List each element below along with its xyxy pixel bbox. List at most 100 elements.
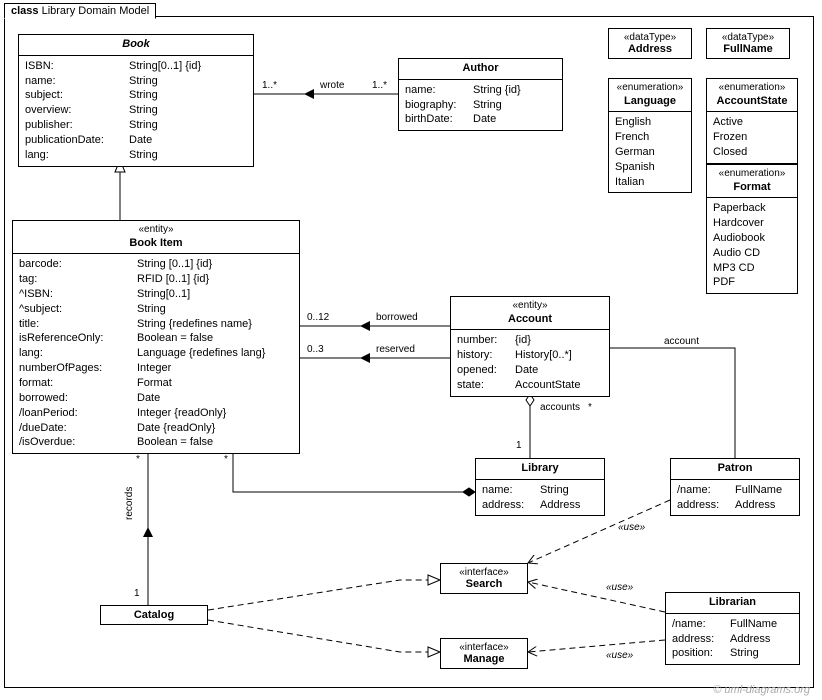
attr-type: Date: [137, 391, 160, 406]
attribute-row: subject:String: [25, 88, 247, 103]
class-search-name: Search: [466, 578, 503, 590]
attribute-row: title: String {redefines name}: [19, 317, 293, 332]
attribute-row: isReferenceOnly: Boolean = false: [19, 331, 293, 346]
mult-catalog-one: 1: [134, 588, 140, 599]
attribute-row: publisher:String: [25, 118, 247, 133]
attr-name: ISBN:: [25, 59, 123, 74]
role-account: account: [664, 336, 699, 347]
attribute-row: birthDate:Date: [405, 112, 556, 127]
enum-format-stereo: «enumeration»: [711, 168, 793, 181]
mult-wrote-left: 1..*: [262, 80, 277, 91]
enum-accountstate-name: AccountState: [717, 95, 788, 107]
enum-literal: Hardcover: [713, 216, 791, 231]
class-bookitem: «entity» Book Item barcode:String [0..1]…: [12, 220, 300, 454]
frame-title: Library Domain Model: [42, 5, 150, 17]
attribute-row: biography:String: [405, 98, 556, 113]
attribute-row: format:Format: [19, 376, 293, 391]
class-library-attrs: name:Stringaddress:Address: [476, 480, 604, 516]
attribute-row: tag: RFID [0..1] {id}: [19, 272, 293, 287]
attr-name: title:: [19, 317, 131, 332]
attr-type: String[0..1]: [137, 287, 190, 302]
attr-type: Date: [129, 133, 152, 148]
class-author-attrs: name:String {id}biography:StringbirthDat…: [399, 80, 562, 131]
role-accounts: accounts: [540, 402, 580, 413]
attribute-row: number:{id}: [457, 333, 603, 348]
class-manage-stereo: «interface»: [445, 642, 523, 653]
frame-tab: class Library Domain Model: [4, 3, 156, 19]
datatype-address-name: Address: [628, 43, 672, 55]
class-library-name: Library: [521, 462, 558, 474]
class-account-stereo: «entity»: [455, 300, 605, 313]
attr-name: /name:: [677, 483, 729, 498]
attr-name: tag:: [19, 272, 131, 287]
class-patron-attrs: /name: FullNameaddress:Address: [671, 480, 799, 516]
attribute-row: state:AccountState: [457, 378, 603, 393]
class-bookitem-name: Book Item: [129, 237, 182, 249]
class-patron: Patron /name: FullNameaddress:Address: [670, 458, 800, 516]
attr-type: String: [137, 302, 166, 317]
enum-literal: Closed: [713, 145, 791, 160]
class-librarian: Librarian /name:FullNameaddress:Addressp…: [665, 592, 800, 665]
enum-literal: Active: [713, 115, 791, 130]
attr-name: overview:: [25, 103, 123, 118]
attr-name: lang:: [25, 148, 123, 163]
class-manage-name: Manage: [464, 653, 505, 665]
class-librarian-attrs: /name:FullNameaddress:Addressposition:St…: [666, 614, 799, 665]
enum-literal: Italian: [615, 175, 685, 190]
attr-type: Integer {readOnly}: [137, 406, 226, 421]
attr-type: String: [473, 98, 502, 113]
class-patron-name: Patron: [718, 462, 753, 474]
enum-literal: MP3 CD: [713, 261, 791, 276]
attribute-row: ^subject:String: [19, 302, 293, 317]
attr-type: Date {readOnly}: [137, 421, 215, 436]
attr-type: Date: [515, 363, 538, 378]
datatype-fullname-name: FullName: [723, 43, 773, 55]
attr-type: String {redefines name}: [137, 317, 252, 332]
class-search: «interface» Search: [440, 563, 528, 594]
datatype-fullname-stereo: «dataType»: [711, 32, 785, 43]
attr-type: FullName: [735, 483, 782, 498]
attribute-row: overview:String: [25, 103, 247, 118]
enum-language-lits: EnglishFrenchGermanSpanishItalian: [609, 112, 691, 192]
attr-type: Address: [735, 498, 775, 513]
attr-name: borrowed:: [19, 391, 131, 406]
mult-lib-one: 1: [516, 440, 522, 451]
mult-accounts: *: [588, 402, 592, 413]
datatype-address: «dataType»Address: [608, 28, 692, 59]
attr-type: Language {redefines lang}: [137, 346, 265, 361]
attr-type: History[0..*]: [515, 348, 572, 363]
enum-format-name: Format: [733, 181, 770, 193]
attr-type: String: [730, 646, 759, 661]
attr-type: Boolean = false: [137, 331, 213, 346]
assoc-records: records: [124, 487, 135, 520]
attr-type: Date: [473, 112, 496, 127]
attribute-row: address:Address: [677, 498, 793, 513]
enum-literal: PDF: [713, 275, 791, 290]
class-author: Author name:String {id}biography:Stringb…: [398, 58, 563, 131]
attr-name: /loanPeriod:: [19, 406, 131, 421]
attribute-row: opened:Date: [457, 363, 603, 378]
attr-name: isReferenceOnly:: [19, 331, 131, 346]
attr-type: RFID [0..1] {id}: [137, 272, 209, 287]
attribute-row: borrowed: Date: [19, 391, 293, 406]
attribute-row: /isOverdue:Boolean = false: [19, 435, 293, 450]
attr-name: state:: [457, 378, 509, 393]
attribute-row: ISBN: String[0..1] {id}: [25, 59, 247, 74]
attribute-row: /name:FullName: [672, 617, 793, 632]
attribute-row: lang:Language {redefines lang}: [19, 346, 293, 361]
datatype-fullname: «dataType»FullName: [706, 28, 790, 59]
attribute-row: name:String {id}: [405, 83, 556, 98]
attr-type: String: [129, 74, 158, 89]
attr-type: Boolean = false: [137, 435, 213, 450]
class-search-stereo: «interface»: [445, 567, 523, 578]
attribute-row: lang:String: [25, 148, 247, 163]
enum-literal: German: [615, 145, 685, 160]
class-account-attrs: number:{id}history:History[0..*]opened:D…: [451, 330, 609, 395]
attr-name: publicationDate:: [25, 133, 123, 148]
mult-bookitem-star: *: [224, 454, 228, 465]
enum-literal: French: [615, 130, 685, 145]
attr-type: String[0..1] {id}: [129, 59, 201, 74]
enum-literal: Audio CD: [713, 246, 791, 261]
attribute-row: /name: FullName: [677, 483, 793, 498]
mult-borrowed: 0..12: [307, 312, 329, 323]
